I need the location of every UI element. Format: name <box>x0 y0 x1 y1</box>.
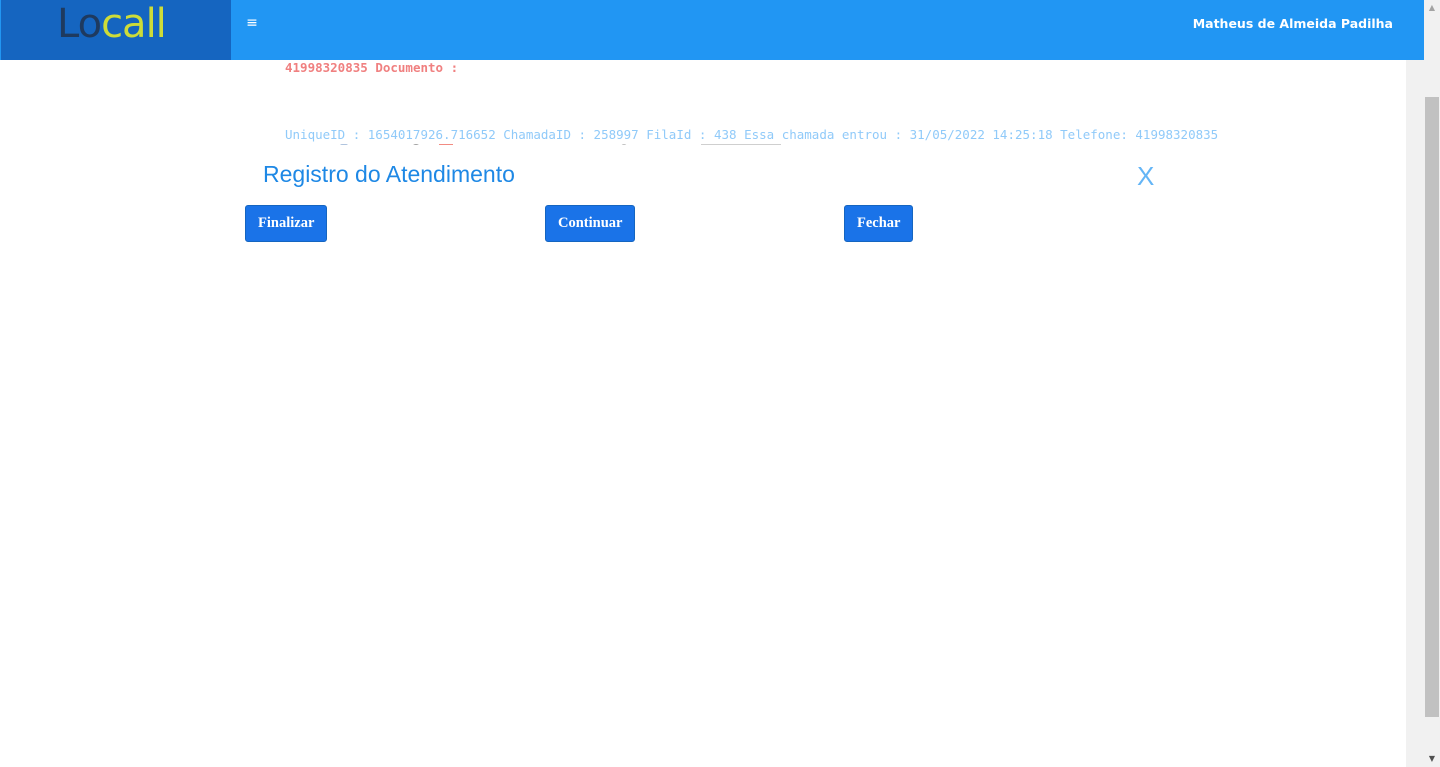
scroll-up-arrow-icon[interactable]: ▲ <box>1424 0 1440 16</box>
document-label: Documento : <box>375 60 459 75</box>
logo-container[interactable]: Locall <box>1 0 231 60</box>
hamburger-icon[interactable]: ≡ <box>244 13 260 33</box>
logo: Locall <box>57 0 167 60</box>
page-gutter <box>1406 60 1424 767</box>
logo-text-lo: Lo <box>57 1 102 47</box>
modal-title: Registro do Atendimento <box>263 161 515 187</box>
scroll-down-arrow-icon[interactable]: ▼ <box>1424 751 1440 767</box>
continuar-button[interactable]: Continuar <box>545 205 636 242</box>
close-button[interactable]: X <box>1137 161 1154 192</box>
finalizar-button[interactable]: Finalizar <box>245 205 328 242</box>
attendance-modal: Registro do Atendimento X Finalizar Cont… <box>242 145 1172 255</box>
user-name[interactable]: Matheus de Almeida Padilha <box>1193 16 1393 31</box>
phone-number: 41998320835 <box>285 60 368 75</box>
fechar-button[interactable]: Fechar <box>844 205 914 242</box>
document-line: 41998320835 Documento : <box>285 60 458 75</box>
call-info: UniqueID : 1654017926.716652 ChamadaID :… <box>285 127 1219 142</box>
vertical-scrollbar[interactable]: ▲ ▼ <box>1424 0 1440 767</box>
logo-text-call: call <box>101 1 167 47</box>
scroll-thumb[interactable] <box>1425 97 1439 717</box>
top-navbar: Locall ≡ Matheus de Almeida Padilha <box>0 0 1424 60</box>
